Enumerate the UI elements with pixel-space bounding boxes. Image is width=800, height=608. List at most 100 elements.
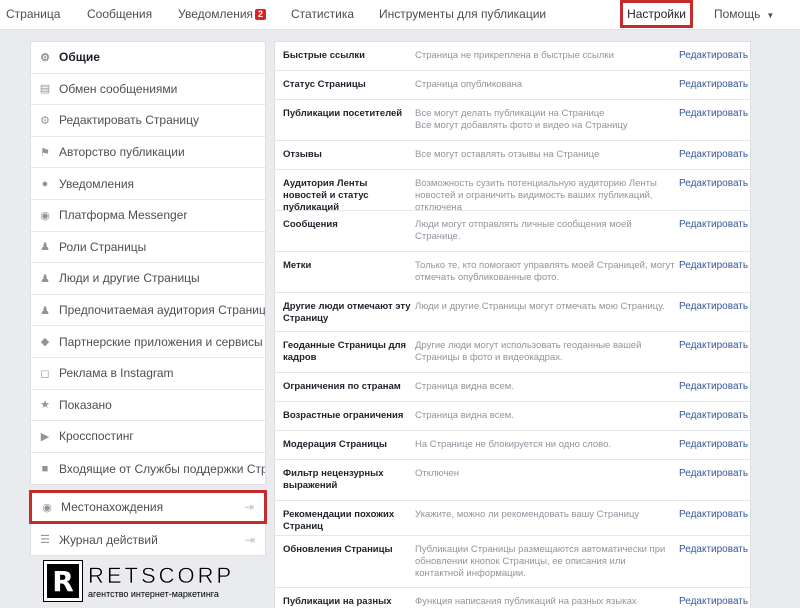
edit-link[interactable]: Редактировать [679, 219, 748, 231]
sidebar-item-label: Партнерские приложения и сервисы [59, 334, 263, 349]
tab-notifications[interactable]: Уведомления 2 [178, 0, 267, 30]
sidebar-item-9[interactable]: ◆ Партнерские приложения и сервисы [31, 326, 265, 358]
sidebar-item-label: Реклама в Instagram [59, 366, 174, 381]
sidebar-item-label: Люди и другие Страницы [59, 271, 200, 286]
settings-row: Другие люди отмечают эту Страницу Люди и … [275, 293, 750, 332]
top-navigation-bar: Страница Сообщения Уведомления 2 Статисти… [0, 0, 800, 30]
sidebar-item-2[interactable]: ⚙ Редактировать Страницу [31, 105, 265, 137]
external-link-icon: ⇥ [244, 532, 255, 547]
edit-link[interactable]: Редактировать [679, 178, 748, 190]
settings-row: Публикации посетителей Все могут делать п… [275, 100, 750, 141]
setting-value: Функция написания публикаций на разных я… [415, 596, 637, 607]
sidebar-item-12[interactable]: ▶ Кросспостинг [31, 421, 265, 453]
tab-page[interactable]: Страница [6, 0, 60, 30]
tab-publishing-tools[interactable]: Инструменты для публикации [379, 0, 546, 30]
tab-statistics[interactable]: Статистика [291, 0, 354, 30]
edit-link[interactable]: Редактировать [679, 149, 748, 161]
settings-row: Геоданные Страницы для кадров Другие люди… [275, 332, 750, 373]
pin-icon: ◉ [42, 501, 52, 514]
logo-letter: R [52, 564, 74, 598]
sidebar-item-0[interactable]: ⚙ Общие [31, 42, 265, 74]
tab-settings[interactable]: Настройки [620, 0, 693, 28]
setting-value: На Странице не блокируется ни одно слово… [415, 439, 612, 450]
messenger-icon: ◉ [40, 209, 50, 222]
setting-value: Отключен [415, 468, 459, 479]
edit-link[interactable]: Редактировать [679, 381, 748, 393]
edit-link[interactable]: Редактировать [679, 468, 748, 480]
settings-row: Быстрые ссылки Страница не прикреплена в … [275, 42, 750, 71]
settings-row: Модерация Страницы На Странице не блокиру… [275, 431, 750, 460]
setting-label: Публикации на разных [283, 596, 392, 607]
settings-row: Сообщения Люди могут отправлять личные со… [275, 211, 750, 252]
edit-link[interactable]: Редактировать [679, 509, 748, 521]
setting-value: Страница видна всем. [415, 410, 514, 421]
edit-link[interactable]: Редактировать [679, 260, 748, 272]
sidebar-item-label: Кросспостинг [59, 429, 134, 444]
settings-row: Возрастные ограничения Страница видна все… [275, 402, 750, 431]
sidebar-item-label: Предпочитаемая аудитория Страницы [59, 303, 265, 318]
setting-label: Рекомендации похожих Страниц [283, 509, 395, 532]
settings-row: Фильтр нецензурных выражений Отключен Реда… [275, 460, 750, 501]
sidebar-item-6[interactable]: ♟ Роли Страницы [31, 232, 265, 264]
setting-label: Аудитория Ленты новостей и статус публик… [283, 178, 369, 213]
settings-row: Рекомендации похожих Страниц Укажите, мож… [275, 501, 750, 536]
setting-label: Публикации посетителей [283, 108, 403, 119]
sidebar-item-label: Общие [59, 50, 100, 65]
sidebar-item-13[interactable]: ■ Входящие от Службы поддержки Страни [31, 453, 265, 485]
edit-link[interactable]: Редактировать [679, 50, 748, 62]
setting-label: Метки [283, 260, 312, 271]
settings-row: Ограничения по странам Страница видна все… [275, 373, 750, 402]
edit-link[interactable]: Редактировать [679, 79, 748, 91]
setting-value: Страница опубликована [415, 79, 523, 90]
edit-link[interactable]: Редактировать [679, 301, 748, 313]
edit-link[interactable]: Редактировать [679, 596, 748, 608]
sidebar-item-label: Авторство публикации [59, 145, 185, 160]
setting-label: Быстрые ссылки [283, 50, 366, 61]
flag-icon: ⚑ [40, 146, 50, 159]
edit-link[interactable]: Редактировать [679, 439, 748, 451]
sidebar-item-5[interactable]: ◉ Платформа Messenger [31, 200, 265, 232]
external-link-icon: ⇥ [243, 500, 254, 514]
messages-icon: ▤ [39, 83, 51, 96]
instagram-icon: ◻ [40, 367, 50, 380]
sidebar-item-3[interactable]: ⚑ Авторство публикации [31, 137, 265, 169]
tab-messages[interactable]: Сообщения [87, 0, 152, 30]
people-icon: ♟ [40, 272, 50, 285]
sidebar-item-10[interactable]: ◻ Реклама в Instagram [31, 358, 265, 390]
sidebar-item-label: Местонахождения [61, 500, 164, 514]
sidebar-item-7[interactable]: ♟ Люди и другие Страницы [31, 263, 265, 295]
sidebar-item-label: Входящие от Службы поддержки Страни [59, 461, 265, 476]
sidebar-item-11[interactable]: ★ Показано [31, 390, 265, 422]
setting-value: Люди могут отправлять личные сообщения м… [415, 219, 632, 242]
edit-link[interactable]: Редактировать [679, 410, 748, 422]
logo-name: RETSCORP [88, 563, 235, 588]
list-icon: ☰ [40, 534, 50, 546]
edit-link[interactable]: Редактировать [679, 544, 748, 556]
setting-value: Возможность сузить потенциальную аудитор… [415, 178, 657, 213]
person-icon: ♟ [40, 241, 50, 254]
setting-label: Модерация Страницы [283, 439, 387, 450]
sidebar-item-locations[interactable]: ◉ Местонахождения ⇥ [29, 490, 267, 524]
setting-label: Другие люди отмечают эту Страницу [283, 301, 411, 324]
sidebar-item-1[interactable]: ▤ Обмен сообщениями [31, 74, 265, 106]
edit-link[interactable]: Редактировать [679, 340, 748, 352]
help-menu[interactable]: Помощь ▼ [714, 0, 774, 30]
settings-row: Статус Страницы Страница опубликована Реда… [275, 71, 750, 100]
settings-row: Обновления Страницы Публикации Страницы р… [275, 536, 750, 588]
setting-value: Укажите, можно ли рекомендовать вашу Стр… [415, 509, 640, 520]
edit-link[interactable]: Редактировать [679, 108, 748, 120]
help-menu-label: Помощь [714, 7, 761, 21]
settings-sidebar-secondary: ◉ Местонахождения ⇥ ☰ Журнал действий ⇥ [29, 490, 267, 556]
sidebar-item-4[interactable]: ● Уведомления [31, 168, 265, 200]
setting-label: Геоданные Страницы для кадров [283, 340, 407, 363]
sidebar-item-label: Обмен сообщениями [59, 81, 178, 96]
sidebar-item-label: Показано [59, 397, 112, 412]
settings-row: Аудитория Ленты новостей и статус публик… [275, 170, 750, 213]
sidebar-item-label: Роли Страницы [59, 239, 147, 254]
sidebar-item-8[interactable]: ♟ Предпочитаемая аудитория Страницы [31, 295, 265, 327]
setting-value: Страница видна всем. [415, 381, 514, 392]
sidebar-item-activity-log[interactable]: ☰ Журнал действий ⇥ [31, 524, 265, 556]
settings-row: Метки Только те, кто помогают управлять м… [275, 252, 750, 293]
setting-label: Отзывы [283, 149, 322, 160]
setting-label: Возрастные ограничения [283, 410, 404, 421]
